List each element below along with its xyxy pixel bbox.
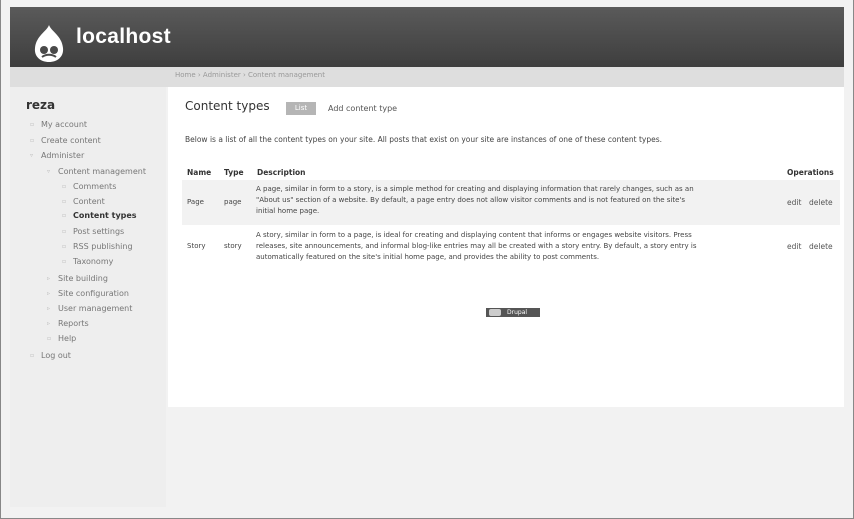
bullet-icon: ▫	[30, 352, 35, 359]
breadcrumb[interactable]: Home › Administer › Content management	[175, 71, 325, 79]
site-name-link[interactable]: localhost	[76, 25, 171, 49]
sidebar-item-comments[interactable]: Comments	[73, 182, 116, 191]
bullet-icon: ▫	[62, 212, 67, 219]
edit-link[interactable]: edit	[787, 198, 801, 207]
description-line: "About us" section of a website. By defa…	[256, 196, 686, 204]
description-line: A story, similar in form to a page, is i…	[256, 231, 692, 239]
cell-description: A story, similar in form to a page, is i…	[256, 230, 776, 263]
intro-text: Below is a list of all the content types…	[185, 135, 663, 144]
sidebar-item-content-management[interactable]: Content management	[58, 167, 146, 176]
sidebar-item-site-configuration[interactable]: Site configuration	[58, 289, 129, 298]
cell-type: story	[224, 242, 242, 250]
description-line: A page, similar in form to a story, is a…	[256, 185, 694, 193]
column-header-name: Name	[187, 168, 212, 177]
description-line: initial home page.	[256, 207, 320, 215]
cell-name: Page	[187, 198, 204, 206]
edit-link[interactable]: edit	[787, 242, 801, 251]
drupal-badge-icon	[489, 309, 501, 316]
bullet-icon: ▹	[47, 275, 51, 282]
bullet-icon: ▫	[62, 228, 67, 235]
breadcrumb-bar	[10, 67, 844, 87]
sidebar-item-taxonomy[interactable]: Taxonomy	[73, 257, 113, 266]
description-line: automatically featured on the site's ini…	[256, 253, 600, 261]
cell-description: A page, similar in form to a story, is a…	[256, 184, 776, 217]
delete-link[interactable]: delete	[809, 242, 833, 251]
cell-name: Story	[187, 242, 206, 250]
page-title: Content types	[185, 99, 270, 113]
bullet-icon: ▹	[47, 305, 51, 312]
bullet-icon: ▫	[62, 243, 67, 250]
column-header-type: Type	[224, 168, 244, 177]
cell-type: page	[224, 198, 242, 206]
bullet-icon: ▫	[62, 258, 67, 265]
bullet-icon: ▿	[47, 168, 51, 175]
bullet-icon: ▫	[47, 335, 52, 342]
sidebar-item-help[interactable]: Help	[58, 334, 76, 343]
tab-list[interactable]: List	[286, 102, 316, 115]
site-header: localhost	[10, 7, 844, 67]
badge-text: Drupal	[507, 309, 528, 316]
sidebar-item-reports[interactable]: Reports	[58, 319, 89, 328]
description-line: releases, site announcements, and inform…	[256, 242, 697, 250]
drupal-logo-icon[interactable]	[32, 23, 66, 63]
sidebar-item-rss-publishing[interactable]: RSS publishing	[73, 242, 133, 251]
sidebar-item-post-settings[interactable]: Post settings	[73, 227, 124, 236]
bullet-icon: ▫	[30, 137, 35, 144]
sidebar-item-administer[interactable]: Administer	[41, 151, 84, 160]
column-header-description: Description	[257, 168, 306, 177]
sidebar-item-user-management[interactable]: User management	[58, 304, 132, 313]
sidebar-item-content-types[interactable]: Content types	[73, 211, 137, 220]
bullet-icon: ▹	[47, 290, 51, 297]
tab-add-content-type[interactable]: Add content type	[328, 104, 397, 113]
sidebar-item-log-out[interactable]: Log out	[41, 351, 71, 360]
bullet-icon: ▫	[30, 121, 35, 128]
bullet-icon: ▫	[62, 198, 67, 205]
sidebar-item-my-account[interactable]: My account	[41, 120, 87, 129]
delete-link[interactable]: delete	[809, 198, 833, 207]
sidebar-item-create-content[interactable]: Create content	[41, 136, 101, 145]
sidebar-item-site-building[interactable]: Site building	[58, 274, 108, 283]
column-header-operations: Operations	[787, 168, 834, 177]
bullet-icon: ▹	[47, 320, 51, 327]
sidebar-item-content[interactable]: Content	[73, 197, 105, 206]
bullet-icon: ▿	[30, 152, 34, 159]
sidebar-user-name: reza	[26, 98, 56, 112]
bullet-icon: ▫	[62, 183, 67, 190]
